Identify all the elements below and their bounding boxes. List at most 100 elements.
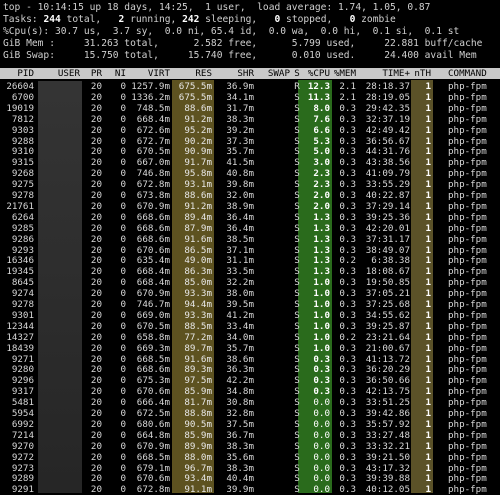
- process-row[interactable]: 9271 20 0 668.5m 91.6m 38.6m S 0.3 0.3 41:13.72 1 p…: [0, 354, 500, 365]
- cell-virt: 746.7m: [136, 299, 170, 310]
- cell-time: 36:20.29: [365, 364, 410, 376]
- col-command[interactable]: COMMAND: [448, 68, 498, 79]
- process-row[interactable]: 9317 20 0 670.6m 85.9m 34.8m S 0.3 0.3 42:13.75 1 p…: [0, 386, 500, 397]
- process-row[interactable]: 9291 20 0 672.8m 91.1m 39.9m S 0.0 0.3 40:12.05 1 p…: [0, 484, 500, 495]
- process-row[interactable]: 9275 20 0 672.8m 93.1m 39.8m S 2.3 0.3 33:55.29 1 p…: [0, 179, 500, 190]
- mem-line: GiB Mem : 31.263 total, 2.582 free, 5.79…: [3, 38, 483, 49]
- terminal-window[interactable]: top - 10:14:15 up 18 days, 14:25, 1 user…: [0, 0, 500, 495]
- cell-shr: 32.8m: [226, 408, 254, 419]
- cell-nth: 1: [425, 113, 431, 125]
- cell-nth: 1: [425, 375, 431, 387]
- cell-nth: 1: [425, 244, 431, 256]
- cell-cmd: php-fpm: [448, 473, 487, 485]
- process-row[interactable]: 9289 20 0 670.6m 93.4m 40.4m S 0.0 0.3 39:39.88 1 p…: [0, 473, 500, 484]
- cell-nth: 1: [425, 91, 431, 103]
- col-shr[interactable]: SHR: [214, 68, 254, 79]
- cell-pid: 26604: [6, 81, 34, 92]
- cell-time: 33:55.29: [365, 179, 410, 191]
- cell-shr: 34.8m: [226, 386, 254, 398]
- cell-res: 89.9m: [184, 440, 212, 452]
- cell-pr: 20: [90, 146, 102, 158]
- process-row[interactable]: 9303 20 0 672.6m 95.2m 39.2m S 6.6 0.3 42:49.42 1 p…: [0, 125, 500, 136]
- cell-cmd: php-fpm: [448, 451, 487, 463]
- cell-pr: 20: [90, 353, 102, 365]
- col-mem[interactable]: %MEM: [332, 68, 356, 79]
- cell-time: 19:50.85: [365, 277, 410, 289]
- process-row[interactable]: 5954 20 0 672.5m 88.8m 32.8m S 0.0 0.3 39:42.86 1 p…: [0, 408, 500, 419]
- process-row[interactable]: 6264 20 0 668.6m 89.4m 36.4m S 1.3 0.3 39:25.36 1 p…: [0, 212, 500, 223]
- cell-pid: 19345: [6, 266, 34, 278]
- cell-res: 93.3m: [184, 288, 212, 300]
- process-row[interactable]: 9272 20 0 668.5m 88.0m 35.6m S 0.0 0.3 39:21.50 1 p…: [0, 452, 500, 463]
- cell-time: 28:18.37: [365, 81, 410, 92]
- process-row[interactable]: 9280 20 0 668.6m 89.3m 36.3m S 0.3 0.3 36:20.29 1 p…: [0, 364, 500, 375]
- cell-cpu: 2.3: [313, 168, 330, 180]
- cell-pid: 18439: [6, 342, 34, 354]
- process-row[interactable]: 19019 20 0 748.5m 88.6m 31.7m S 8.0 0.3 29:42.35 1…: [0, 103, 500, 114]
- col-pid[interactable]: PID: [0, 68, 34, 79]
- process-row[interactable]: 14327 20 0 658.8m 77.2m 34.0m S 1.0 0.2 23:21.64 1…: [0, 332, 500, 343]
- cell-nth: 1: [425, 168, 431, 180]
- process-row[interactable]: 6992 20 0 680.6m 90.5m 37.5m S 0.0 0.3 35:57.92 1 p…: [0, 419, 500, 430]
- col-user[interactable]: USER: [36, 68, 80, 79]
- cell-cmd: php-fpm: [448, 146, 487, 158]
- cell-ni: 0: [120, 255, 126, 267]
- cell-pid: 9272: [11, 451, 34, 463]
- process-row[interactable]: 8645 20 0 668.4m 85.0m 32.2m S 1.0 0.3 19:50.85 1 p…: [0, 277, 500, 288]
- process-row[interactable]: 9274 20 0 670.9m 93.3m 38.0m S 1.0 0.3 37:05.21 1 p…: [0, 288, 500, 299]
- cell-mem: 0.3: [339, 299, 356, 310]
- process-row[interactable]: 16346 20 0 635.4m 49.0m 31.1m S 1.3 0.2 6:38.38 1 p…: [0, 255, 500, 266]
- process-row[interactable]: 7812 20 0 668.4m 91.2m 38.3m S 7.6 0.3 32:37.19 1 p…: [0, 114, 500, 125]
- process-row[interactable]: 19345 20 0 668.4m 86.3m 33.5m S 1.3 0.3 18:08.67 1…: [0, 266, 500, 277]
- cell-mem: 0.3: [339, 320, 356, 332]
- col-time[interactable]: TIME+: [358, 68, 410, 79]
- cell-pid: 14327: [6, 331, 34, 343]
- process-row[interactable]: 9278 20 0 673.8m 88.6m 32.0m S 2.0 0.3 40:22.87 1 p…: [0, 190, 500, 201]
- cell-pr: 20: [90, 266, 102, 278]
- cell-nth: 1: [425, 320, 431, 332]
- col-virt[interactable]: VIRT: [128, 68, 170, 79]
- process-row[interactable]: 9288 20 0 672.7m 90.2m 37.3m S 5.3 0.3 36:56.67 1 p…: [0, 136, 500, 147]
- process-row[interactable]: 7214 20 0 664.8m 85.9m 36.7m S 0.0 0.3 33:27.48 1 p…: [0, 430, 500, 441]
- process-row[interactable]: 6700 20 0 1336.2m 675.5m 34.1m S 11.3 2.1 28:19.0…: [0, 92, 500, 103]
- cell-nth: 1: [425, 135, 431, 147]
- cell-cpu: 1.3: [313, 255, 330, 267]
- cell-pr: 20: [90, 277, 102, 289]
- col-res[interactable]: RES: [172, 68, 212, 79]
- process-row[interactable]: 9293 20 0 670.6m 86.5m 37.1m S 1.3 0.3 38:49.07 1 p…: [0, 245, 500, 256]
- process-row[interactable]: 9286 20 0 668.6m 91.6m 38.5m S 1.3 0.3 37:31.17 1 p…: [0, 234, 500, 245]
- cell-pid: 9288: [11, 135, 34, 147]
- cell-ni: 0: [120, 429, 126, 441]
- process-row[interactable]: 9301 20 0 669.0m 93.3m 41.2m S 1.0 0.3 34:55.62 1 p…: [0, 310, 500, 321]
- cell-virt: 658.8m: [136, 331, 170, 343]
- process-row[interactable]: 21761 20 0 670.9m 91.2m 38.9m S 2.0 0.3 37:29.14 1…: [0, 201, 500, 212]
- col-cpu[interactable]: %CPU: [300, 68, 330, 79]
- process-row[interactable]: 26604 20 0 1257.9m 675.5m 36.9m R 12.3 2.1 28:18.…: [0, 81, 500, 92]
- process-row[interactable]: 9278 20 0 746.7m 94.4m 39.5m S 1.0 0.3 37:25.68 1 p…: [0, 299, 500, 310]
- process-row[interactable]: 12344 20 0 670.5m 88.5m 33.4m S 1.0 0.3 39:25.87 1…: [0, 321, 500, 332]
- col-ni[interactable]: NI: [104, 68, 126, 79]
- cell-cmd: php-fpm: [448, 386, 487, 398]
- col-nth[interactable]: nTH: [413, 68, 431, 79]
- process-row[interactable]: 9315 20 0 667.0m 91.7m 41.5m S 3.0 0.3 43:38.56 1 p…: [0, 157, 500, 168]
- process-row[interactable]: 5481 20 0 666.4m 81.7m 30.8m S 0.0 0.3 33:51.25 1 p…: [0, 397, 500, 408]
- cell-pr: 20: [90, 113, 102, 125]
- cell-mem: 0.2: [339, 255, 356, 267]
- col-swap[interactable]: SWAP: [256, 68, 290, 79]
- cell-nth: 1: [425, 288, 431, 300]
- cell-cpu: 0.0: [313, 473, 330, 485]
- cell-ni: 0: [120, 320, 126, 332]
- process-row[interactable]: 9268 20 0 746.8m 95.8m 40.8m S 2.3 0.3 41:09.79 1 p…: [0, 168, 500, 179]
- cell-time: 42:20.01: [365, 222, 410, 234]
- col-pr[interactable]: PR: [84, 68, 102, 79]
- process-row[interactable]: 9270 20 0 670.9m 89.9m 38.3m S 0.0 0.3 33:32.21 1 p…: [0, 441, 500, 452]
- cell-cmd: php-fpm: [448, 255, 487, 267]
- process-row[interactable]: 9273 20 0 679.1m 96.7m 38.3m S 0.0 0.3 43:17.32 1 p…: [0, 463, 500, 474]
- cell-cpu: 5.0: [313, 146, 330, 158]
- cell-virt: 675.3m: [136, 375, 170, 387]
- cell-mem: 0.3: [339, 418, 356, 430]
- process-row[interactable]: 18439 20 0 669.3m 89.7m 35.7m S 1.0 0.3 21:00.67 1…: [0, 343, 500, 354]
- process-row[interactable]: 9285 20 0 668.6m 87.9m 36.4m S 1.3 0.3 42:20.01 1 p…: [0, 223, 500, 234]
- process-row[interactable]: 9296 20 0 675.3m 97.5m 42.2m S 0.3 0.3 36:50.66 1 p…: [0, 375, 500, 386]
- process-row[interactable]: 9310 20 0 670.5m 90.9m 35.7m S 5.0 0.3 44:31.76 1 p…: [0, 146, 500, 157]
